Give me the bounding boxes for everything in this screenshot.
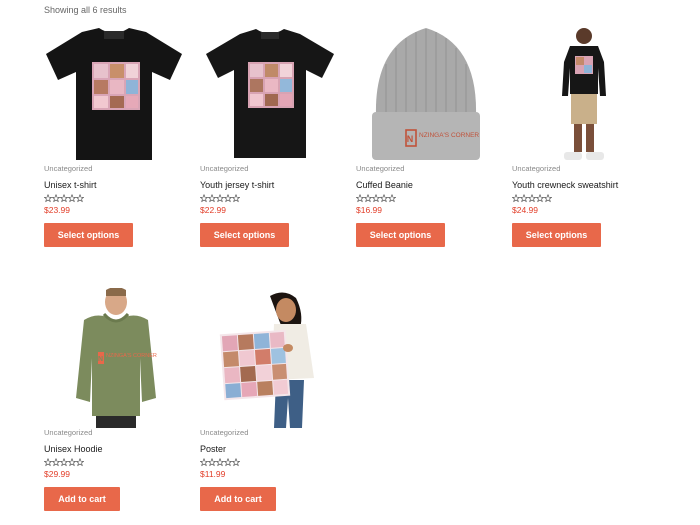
product-category: Uncategorized: [200, 164, 249, 173]
poster-icon: [219, 292, 314, 428]
svg-text:N: N: [98, 356, 103, 363]
product-category: Uncategorized: [512, 164, 561, 173]
product-card: N NZINGA'S CORNER Uncategorized Cuffed B…: [356, 24, 496, 247]
black-youth-tshirt-icon: [206, 29, 334, 158]
product-price: $23.99: [44, 205, 70, 215]
select-options-button[interactable]: Select options: [356, 223, 445, 247]
stars-icon: [356, 194, 396, 203]
product-price: $11.99: [200, 469, 226, 479]
stars-icon: [200, 458, 240, 467]
svg-text:NZINGA'S CORNER: NZINGA'S CORNER: [419, 132, 479, 139]
product-price: $16.99: [356, 205, 382, 215]
product-price: $24.99: [512, 205, 538, 215]
product-category: Uncategorized: [356, 164, 405, 173]
product-image[interactable]: [512, 24, 652, 164]
green-hoodie-icon: N NZINGA'S CORNER: [76, 288, 157, 428]
product-card: Uncategorized Unisex t-shirt $23.99 Sele…: [44, 24, 184, 247]
stars-icon: [200, 194, 240, 203]
select-options-button[interactable]: Select options: [200, 223, 289, 247]
svg-text:N: N: [407, 134, 414, 144]
product-image[interactable]: [200, 24, 340, 164]
grey-beanie-icon: N NZINGA'S CORNER: [372, 28, 480, 160]
product-title[interactable]: Youth crewneck sweatshirt: [512, 180, 652, 190]
star-rating: [200, 194, 340, 203]
stars-icon: [44, 194, 84, 203]
product-card: Uncategorized Youth crewneck sweatshirt …: [512, 24, 652, 247]
product-price: $29.99: [44, 469, 70, 479]
boy-sweatshirt-icon: [562, 28, 606, 160]
add-to-cart-button[interactable]: Add to cart: [200, 487, 276, 511]
select-options-button[interactable]: Select options: [512, 223, 601, 247]
svg-text:NZINGA'S CORNER: NZINGA'S CORNER: [106, 353, 157, 359]
product-card: N NZINGA'S CORNER Uncategorized Unisex H…: [44, 288, 184, 511]
product-image[interactable]: N NZINGA'S CORNER: [44, 288, 184, 428]
product-category: Uncategorized: [44, 164, 93, 173]
select-options-button[interactable]: Select options: [44, 223, 133, 247]
product-title[interactable]: Poster: [200, 444, 340, 454]
stars-icon: [44, 458, 84, 467]
star-rating: [512, 194, 652, 203]
product-image[interactable]: N NZINGA'S CORNER: [356, 24, 496, 164]
star-rating: [44, 458, 184, 467]
star-rating: [356, 194, 496, 203]
product-title[interactable]: Unisex Hoodie: [44, 444, 184, 454]
product-title[interactable]: Unisex t-shirt: [44, 180, 184, 190]
star-rating: [44, 194, 184, 203]
product-card: Uncategorized Poster $11.99 Add to cart: [200, 288, 340, 511]
product-title[interactable]: Cuffed Beanie: [356, 180, 496, 190]
product-category: Uncategorized: [200, 428, 249, 437]
add-to-cart-button[interactable]: Add to cart: [44, 487, 120, 511]
product-card: Uncategorized Youth jersey t-shirt $22.9…: [200, 24, 340, 247]
product-image[interactable]: [200, 288, 340, 428]
product-title[interactable]: Youth jersey t-shirt: [200, 180, 340, 190]
stars-icon: [512, 194, 552, 203]
product-price: $22.99: [200, 205, 226, 215]
star-rating: [200, 458, 340, 467]
product-category: Uncategorized: [44, 428, 93, 437]
product-image[interactable]: [44, 24, 184, 164]
black-tshirt-icon: [46, 28, 182, 160]
result-count: Showing all 6 results: [44, 5, 127, 15]
